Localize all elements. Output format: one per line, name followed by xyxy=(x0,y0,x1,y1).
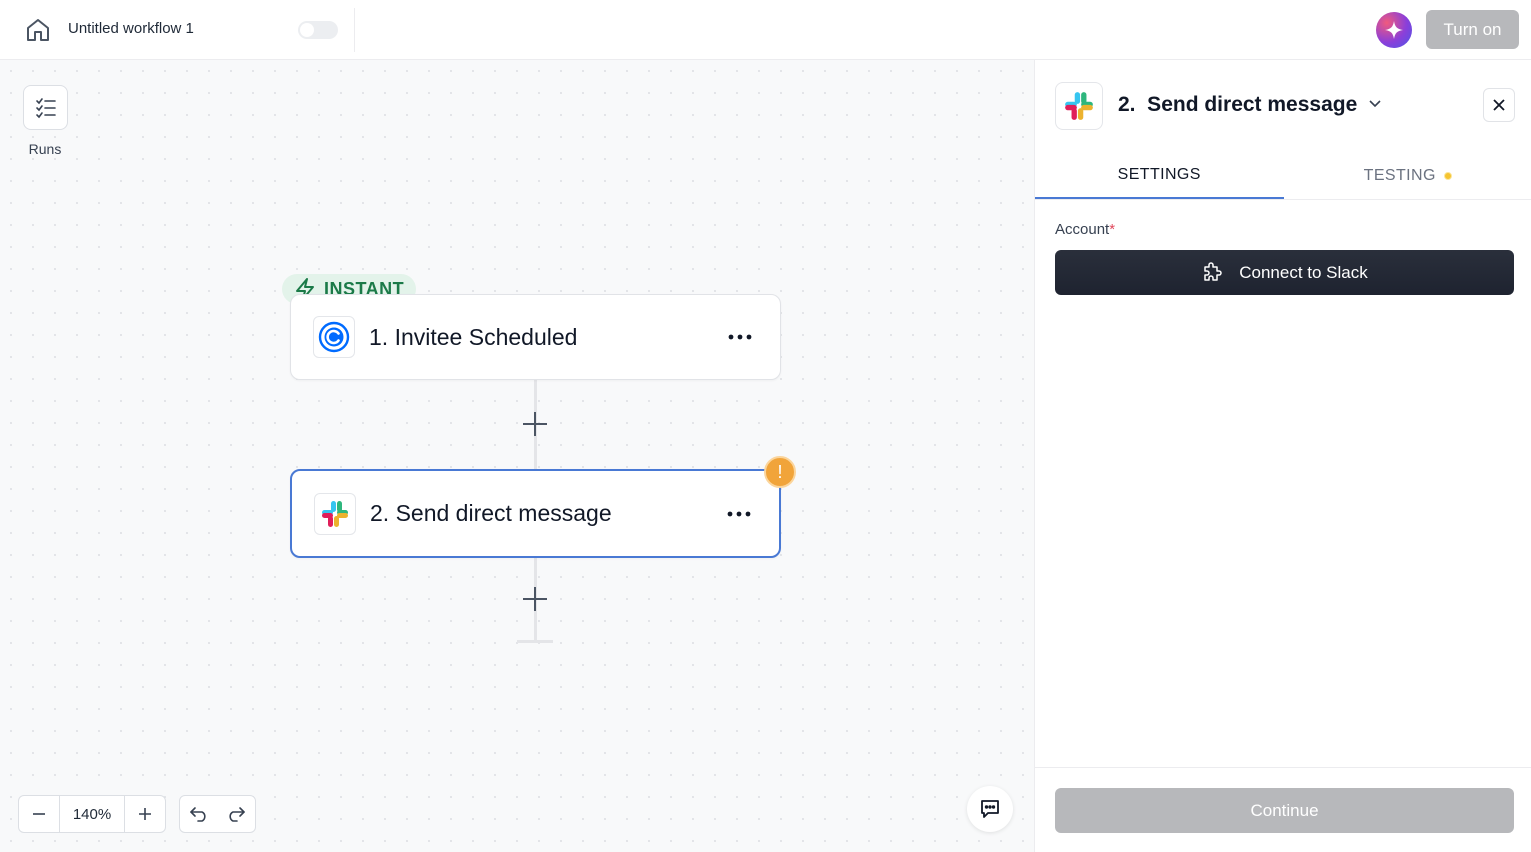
connect-account-button[interactable]: Connect to Slack xyxy=(1055,250,1514,295)
step-app-icon xyxy=(313,316,355,358)
home-button[interactable] xyxy=(22,14,54,46)
warning-badge[interactable]: ! xyxy=(764,456,796,488)
undo-button[interactable] xyxy=(180,796,218,832)
warning-icon: ! xyxy=(777,461,783,482)
zoom-level[interactable]: 140% xyxy=(59,796,125,832)
testing-status-dot xyxy=(1443,171,1452,180)
panel-app-icon xyxy=(1055,82,1103,130)
more-icon xyxy=(727,511,751,516)
turn-on-button[interactable]: Turn on xyxy=(1426,10,1519,49)
panel-title[interactable]: 2. Send direct message xyxy=(1118,93,1357,117)
minus-icon xyxy=(33,813,45,815)
slack-icon xyxy=(1065,92,1093,120)
ai-assistant-button[interactable] xyxy=(1376,12,1412,48)
workflow-canvas[interactable]: Runs INSTANT 1. Invitee Scheduled 2. Sen… xyxy=(0,60,1034,852)
chat-icon xyxy=(981,800,999,818)
step-more-button[interactable] xyxy=(720,322,760,352)
step-settings-panel: 2. Send direct message SETTINGS TESTING … xyxy=(1034,60,1531,852)
panel-tabs: SETTINGS TESTING xyxy=(1035,152,1531,200)
toggle-knob xyxy=(300,23,314,37)
top-bar: Untitled workflow 1 Turn on xyxy=(0,0,1531,60)
divider xyxy=(354,8,355,52)
zoom-in-button[interactable] xyxy=(125,796,165,832)
more-icon xyxy=(728,334,752,340)
step-card-action[interactable]: 2. Send direct message xyxy=(290,469,781,558)
plugin-icon xyxy=(1204,261,1222,281)
undo-icon xyxy=(189,807,206,822)
add-step-button[interactable] xyxy=(520,409,550,439)
close-icon xyxy=(1493,99,1505,111)
close-panel-button[interactable] xyxy=(1483,88,1515,122)
plus-icon xyxy=(523,412,547,436)
step-title: 2. Send direct message xyxy=(370,500,612,526)
redo-button[interactable] xyxy=(218,796,256,832)
step-more-button[interactable] xyxy=(719,499,759,529)
continue-button[interactable]: Continue xyxy=(1055,788,1514,833)
publish-toggle[interactable] xyxy=(298,21,338,39)
account-label-text: Account xyxy=(1055,221,1110,238)
step-title: 1. Invitee Scheduled xyxy=(369,323,578,350)
workflow-title[interactable]: Untitled workflow 1 xyxy=(68,20,194,37)
add-step-button[interactable] xyxy=(520,584,550,614)
step-card-trigger[interactable]: 1. Invitee Scheduled xyxy=(290,294,781,380)
chevron-down-icon xyxy=(1369,100,1381,108)
connect-label: Connect to Slack xyxy=(1239,262,1368,282)
account-field-label: Account* xyxy=(1055,221,1115,238)
slack-icon xyxy=(322,500,348,527)
tab-label: SETTINGS xyxy=(1117,165,1201,183)
calendly-icon xyxy=(318,321,350,353)
sparkle-icon xyxy=(1385,21,1403,39)
home-icon xyxy=(27,19,49,41)
zoom-controls: 140% xyxy=(18,795,166,833)
history-controls xyxy=(179,795,256,833)
tab-settings[interactable]: SETTINGS xyxy=(1035,152,1284,199)
chat-button[interactable] xyxy=(967,786,1013,832)
tab-label: TESTING xyxy=(1363,166,1436,184)
flow-end-marker xyxy=(517,640,553,643)
runs-button[interactable] xyxy=(23,85,68,130)
zoom-out-button[interactable] xyxy=(19,796,59,832)
panel-footer: Continue xyxy=(1035,767,1531,852)
required-mark: * xyxy=(1109,221,1116,238)
runs-label: Runs xyxy=(28,141,62,157)
step-app-icon xyxy=(314,492,356,535)
plus-icon xyxy=(139,808,151,820)
tab-testing[interactable]: TESTING xyxy=(1284,152,1531,199)
plus-icon xyxy=(523,587,547,611)
checklist-icon xyxy=(35,97,56,118)
step-switcher-button[interactable] xyxy=(1365,94,1385,114)
redo-icon xyxy=(229,807,246,822)
